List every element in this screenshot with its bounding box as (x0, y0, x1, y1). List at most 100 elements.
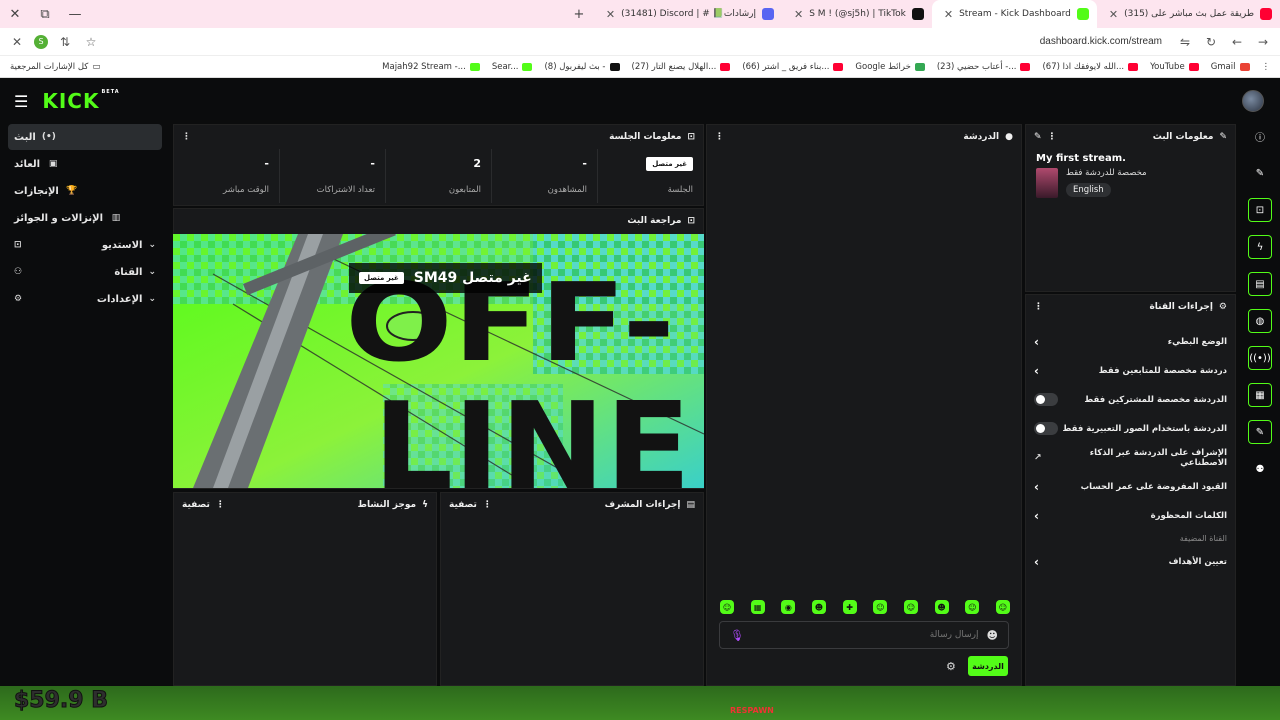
activity-menu-icon[interactable]: ⋮ (216, 500, 225, 510)
channel-action-row[interactable]: الدردشة مخصصة للمشتركين فقط (1026, 385, 1235, 414)
session-menu-icon[interactable]: ⋮ (182, 132, 191, 142)
url-field[interactable]: dashboard.kick.com/stream (108, 36, 1168, 47)
chat-message-input[interactable] (751, 630, 979, 640)
mod-actions-filter-button[interactable]: تصفية (449, 500, 477, 510)
bookmark-list: Majah92 Stream -... Sear... (8) بث ليفربول… (382, 61, 1250, 72)
channel-action-row[interactable]: الوضع البطيء › (1026, 327, 1235, 356)
window-close-button[interactable]: ✕ (0, 0, 30, 28)
emote-icon[interactable]: ✚ (842, 600, 857, 614)
channel-action-row[interactable]: القيود المفروضة على عمر الحساب › (1026, 472, 1235, 501)
tab-search-icon[interactable]: ⇅ (56, 33, 74, 51)
close-tab-icon[interactable]: ✕ (1109, 8, 1118, 21)
chat-send-button[interactable]: الدردشة (968, 656, 1008, 676)
user-avatar[interactable] (1242, 90, 1264, 112)
close-tab-icon[interactable]: ✕ (794, 8, 803, 21)
bookmark-item[interactable]: (27) الهلال يصنع التار... (632, 62, 731, 72)
activity-filter-button[interactable]: تصفية (182, 500, 210, 510)
site-settings-icon[interactable]: ⇋ (1176, 33, 1194, 51)
bookmarks-folder[interactable]: كل الإشارات المرجعية ▭ (10, 62, 100, 72)
edit-stream-info-icon[interactable]: ✎ (1034, 132, 1042, 142)
sidebar-item[interactable]: ⌄ الاستديو ⊡ (8, 232, 162, 258)
sidebar-item-label: البث (14, 131, 36, 143)
emote-icon[interactable]: ▦ (750, 600, 765, 614)
browser-tab[interactable]: ✕ (315) طريقة عمل بث مباشر على (1097, 0, 1280, 28)
channel-action-row[interactable]: الإشراف على الدردشة عبر الذكاء الاصطناعي… (1026, 443, 1235, 472)
emote-icon[interactable]: ◉ (781, 600, 796, 614)
sidebar-item[interactable]: ▥ الإنزالات و الجوائز (8, 205, 162, 231)
emote-icon[interactable]: ☺ (903, 600, 918, 614)
browser-tab[interactable]: ✕ (31481) Discord | # 📗إرشادات (594, 0, 782, 28)
chevron-right-icon: › (1034, 508, 1039, 523)
sidebar-item[interactable]: ▣ العائد (8, 151, 162, 177)
emote-icon[interactable]: ☺ (720, 600, 734, 614)
channel-action-row[interactable]: الكلمات المحظورة › (1026, 501, 1235, 530)
bookmark-favicon-icon (1239, 62, 1250, 71)
back-arrow-icon[interactable]: ← (1228, 33, 1246, 51)
bookmark-item[interactable]: (67) الله لايوفقك اذا... (1042, 62, 1139, 72)
stream-info-menu-icon[interactable]: ⋮ (1048, 132, 1057, 142)
toggle-switch[interactable] (1034, 422, 1058, 435)
bookmark-item[interactable]: (66) بناء فريق _ اشتر... (742, 62, 844, 72)
activity-bolt-icon: ϟ (422, 500, 428, 510)
sidebar-item[interactable]: ⌄ القناة ⚇ (8, 259, 162, 285)
browser-tab[interactable]: ✕ S M ! (@sj5h) | TikTok (782, 0, 932, 28)
emote-icon[interactable]: ☺ (965, 600, 980, 614)
profile-avatar[interactable]: S (34, 34, 48, 49)
kick-logo[interactable]: KICK BETA (42, 89, 119, 113)
toggle-switch[interactable] (1034, 393, 1058, 406)
back-icon[interactable]: ✕ (8, 33, 26, 51)
rail-button-icon[interactable]: ⚉ (1248, 457, 1272, 481)
rail-button-icon[interactable]: ⓘ (1248, 124, 1272, 148)
bookmark-item[interactable]: (23) أعتاب حضيي -... (937, 62, 1031, 72)
sidebar-item[interactable]: 🏆 الإنجازات (8, 178, 162, 204)
close-tab-icon[interactable]: ✕ (606, 8, 615, 21)
rail-button-icon[interactable]: ▤ (1248, 272, 1272, 296)
emoji-picker-icon[interactable]: ☻ (987, 629, 998, 642)
forward-arrow-icon[interactable]: → (1254, 33, 1272, 51)
browser-tab[interactable]: ✕ Stream - Kick Dashboard (931, 0, 1097, 28)
set-goals-row[interactable]: تعيين الأهداف › (1026, 547, 1235, 576)
rail-button-icon[interactable]: ◍ (1248, 309, 1272, 333)
sidebar-icon: (•) (41, 132, 56, 142)
close-tab-icon[interactable]: ✕ (944, 8, 953, 21)
emote-icon[interactable]: ☺ (873, 600, 888, 614)
reload-icon[interactable]: ↻ (1202, 33, 1220, 51)
menu-icon[interactable]: ☰ (14, 92, 28, 111)
rail-button-icon[interactable]: ✎ (1248, 420, 1272, 444)
mod-actions-menu-icon[interactable]: ⋮ (483, 500, 492, 510)
chat-menu-icon[interactable]: ⋮ (715, 132, 724, 142)
rail-button-icon[interactable]: ✎ (1248, 161, 1272, 185)
stat-value: غير متصل (646, 157, 693, 171)
more-bookmarks-icon[interactable]: ⋮ (1262, 62, 1271, 72)
window-restore-button[interactable]: ⧉ (30, 0, 60, 28)
chat-input-box[interactable]: 🎙 ☻ (719, 621, 1009, 649)
channel-action-row[interactable]: دردشة مخصصة للمتابعين فقط › (1026, 356, 1235, 385)
tab-favicon-icon (1076, 8, 1089, 20)
chat-settings-icon[interactable]: ⚙ (946, 660, 956, 673)
bookmark-favicon-icon (833, 62, 844, 71)
rail-button-icon[interactable]: ((•)) (1248, 346, 1272, 370)
bookmark-item[interactable]: Sear... (492, 62, 533, 72)
emote-icon[interactable]: ☻ (811, 600, 826, 614)
channel-action-row[interactable]: الدردشة باستخدام الصور التعبيرية فقط (1026, 414, 1235, 443)
stream-info-title: معلومات البث (1152, 132, 1214, 142)
rail-button-icon[interactable]: ⊡ (1248, 198, 1272, 222)
bookmark-item[interactable]: Gmail (1211, 62, 1250, 72)
emote-icon[interactable]: ☻ (934, 600, 949, 614)
bookmark-star-icon[interactable]: ☆ (82, 33, 100, 51)
window-minimize-button[interactable]: — (60, 0, 90, 28)
bookmark-item[interactable]: Google خرائط (855, 62, 925, 72)
rail-button-icon[interactable]: ϟ (1248, 235, 1272, 259)
sidebar-item[interactable]: (•) البث (8, 124, 162, 150)
emote-icon[interactable]: ☺ (995, 600, 1010, 614)
bookmark-item[interactable]: Majah92 Stream -... (382, 62, 480, 72)
bookmark-item[interactable]: (8) بث ليفربول - (544, 61, 620, 72)
bookmark-favicon-icon (522, 62, 533, 71)
mic-icon[interactable]: 🎙 (730, 629, 744, 642)
rail-button-icon[interactable]: ▦ (1248, 383, 1272, 407)
channel-actions-menu-icon[interactable]: ⋮ (1034, 302, 1043, 312)
sidebar-item[interactable]: ⌄ الإعدادات ⚙ (8, 286, 162, 312)
new-tab-button[interactable]: + (564, 0, 594, 28)
bookmark-item[interactable]: YouTube (1150, 62, 1199, 72)
bookmark-label: (8) بث ليفربول - (544, 61, 606, 72)
